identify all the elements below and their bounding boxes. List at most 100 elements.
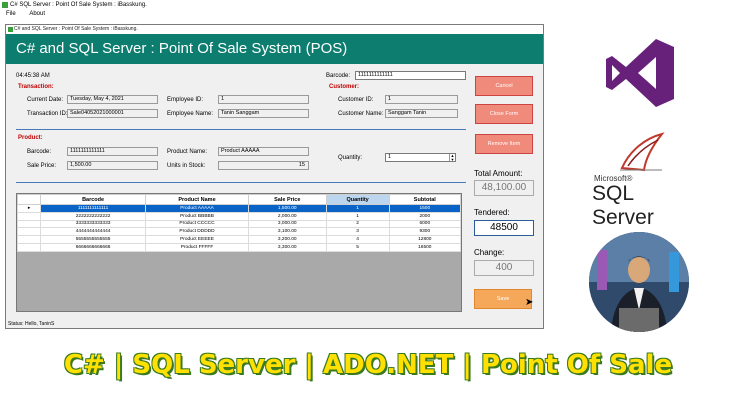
- product-barcode-field: 1111111111111: [67, 147, 158, 156]
- cell-subtotal[interactable]: 12800: [388, 235, 462, 244]
- quantity-stepper[interactable]: 1 ▲ ▼: [385, 153, 456, 162]
- barcode-scan-label: Barcode:: [326, 73, 351, 79]
- row-header[interactable]: [16, 227, 42, 237]
- table-row[interactable]: 4444444444444 Product DDDDD 3,100.00 3 9…: [16, 227, 462, 237]
- cell-product-name[interactable]: Product EEEEE: [145, 235, 249, 244]
- employee-name-label: Employee Name:: [167, 111, 214, 117]
- menu-bar: File About: [0, 10, 736, 19]
- cell-product-name[interactable]: Product CCCCC: [145, 219, 249, 229]
- change-field: 400: [474, 260, 534, 276]
- cell-barcode[interactable]: 4444444444444: [40, 227, 147, 237]
- visual-studio-logo-icon: [606, 39, 674, 107]
- row-selector-icon: ▸: [16, 204, 42, 213]
- headline-banner: C# | SQL Server | ADO.NET | Point Of Sal…: [63, 350, 673, 380]
- menu-file[interactable]: File: [6, 11, 16, 17]
- cell-quantity[interactable]: 3: [325, 227, 390, 237]
- customer-name-label: Customer Name:: [338, 111, 384, 117]
- cell-sale-price[interactable]: 1,500.00: [247, 204, 327, 213]
- cell-quantity[interactable]: 4: [325, 235, 390, 244]
- cell-subtotal[interactable]: 6000: [388, 219, 462, 229]
- quantity-value: 1: [388, 154, 392, 160]
- sql-server-logo: Microsoft® SQL Server: [592, 130, 692, 229]
- cell-barcode[interactable]: 3333333333333: [40, 219, 147, 229]
- cell-subtotal[interactable]: 9300: [388, 227, 462, 237]
- close-form-button[interactable]: Close Form: [475, 104, 533, 124]
- separator-line: [16, 129, 466, 130]
- cell-barcode[interactable]: 2222222222222: [40, 211, 147, 221]
- column-header-subtotal[interactable]: Subtotal: [388, 194, 462, 205]
- menu-about[interactable]: About: [29, 11, 45, 17]
- cell-subtotal[interactable]: 1500: [388, 204, 462, 213]
- table-row[interactable]: 3333333333333 Product CCCCC 3,000.00 2 6…: [16, 219, 462, 229]
- column-header-barcode[interactable]: Barcode: [40, 194, 147, 205]
- cell-quantity[interactable]: 5: [325, 242, 390, 252]
- total-amount-label: Total Amount:: [474, 169, 523, 178]
- cell-subtotal[interactable]: 2000: [388, 211, 462, 221]
- product-name-label: Product Name:: [167, 149, 208, 155]
- customer-id-label: Customer ID:: [338, 97, 374, 103]
- presenter-photo-icon: [589, 232, 689, 332]
- column-header-product-name[interactable]: Product Name: [145, 194, 249, 205]
- banner: C# and SQL Server : Point Of Sale System…: [6, 34, 543, 64]
- cell-subtotal[interactable]: 16500: [388, 242, 462, 252]
- current-date-label: Current Date:: [27, 97, 64, 103]
- cell-product-name[interactable]: Product DDDDD: [145, 227, 249, 237]
- form-title-bar: C# and SQL Server : Point Of Sale System…: [6, 25, 543, 34]
- sql-server-product-text: SQL Server: [592, 182, 654, 229]
- presenter-avatar: [589, 232, 689, 332]
- units-in-stock-field: 15: [218, 161, 309, 170]
- transaction-id-label: Transaction ID:: [27, 111, 68, 117]
- employee-id-label: Employee ID:: [167, 97, 204, 103]
- customer-id-field: 1: [385, 95, 458, 104]
- cell-product-name[interactable]: Product BBBBB: [145, 211, 249, 221]
- column-header-sale-price[interactable]: Sale Price: [247, 194, 327, 205]
- cart-grid[interactable]: Barcode Product Name Sale Price Quantity…: [16, 193, 462, 312]
- pos-form: C# and SQL Server : Point Of Sale System…: [5, 24, 544, 329]
- outer-window-title-text: C# SQL Server : Point Of Sale System : i…: [10, 2, 147, 8]
- table-row[interactable]: 6666666666666 Product FFFFF 3,300.00 5 1…: [16, 242, 462, 252]
- form-title-text: C# and SQL Server : Point Of Sale System…: [14, 26, 138, 32]
- cell-barcode[interactable]: 5555555555555: [40, 235, 147, 244]
- app-icon: [2, 2, 8, 8]
- cell-sale-price[interactable]: 3,100.00: [247, 227, 327, 237]
- separator-line-2: [16, 182, 466, 183]
- remove-item-button[interactable]: Remove Item: [475, 134, 533, 154]
- customer-name-field: Sanggam Tanin: [385, 109, 458, 118]
- table-row[interactable]: 2222222222222 Product BBBBB 2,000.00 1 2…: [16, 211, 462, 221]
- form-icon: [8, 27, 13, 32]
- cell-sale-price[interactable]: 2,000.00: [247, 211, 327, 221]
- cell-quantity[interactable]: 1: [325, 211, 390, 221]
- employee-name-field: Tanin Sanggam: [218, 109, 309, 118]
- row-header[interactable]: [16, 219, 42, 229]
- cell-sale-price[interactable]: 3,000.00: [247, 219, 327, 229]
- cell-barcode[interactable]: 6666666666666: [40, 242, 147, 252]
- status-bar: Status: Hello, TaninS: [6, 320, 543, 328]
- spin-arrows-icon[interactable]: ▲ ▼: [449, 154, 455, 161]
- cell-product-name[interactable]: Product FFFFF: [145, 242, 249, 252]
- customer-group-label: Customer:: [329, 84, 360, 90]
- product-name-field: Product AAAAA: [218, 147, 309, 156]
- units-in-stock-label: Units in Stock:: [167, 163, 206, 169]
- total-amount-field: 48,100.00: [474, 180, 534, 196]
- save-button[interactable]: Save: [474, 289, 532, 309]
- cancel-button[interactable]: Cancel: [475, 76, 533, 96]
- tendered-input[interactable]: 48500: [474, 220, 534, 236]
- column-header-quantity[interactable]: Quantity: [325, 194, 390, 205]
- row-header-corner: [16, 194, 42, 205]
- row-header[interactable]: [16, 242, 42, 252]
- product-barcode-label: Barcode:: [27, 149, 52, 155]
- cell-barcode[interactable]: 1111111111111: [40, 204, 147, 213]
- table-row[interactable]: ▸ 1111111111111 Product AAAAA 1,500.00 1…: [16, 204, 462, 213]
- sale-price-label: Sale Price:: [27, 163, 57, 169]
- table-row[interactable]: 5555555555555 Product EEEEE 3,200.00 4 1…: [16, 235, 462, 244]
- quantity-label: Quantity:: [338, 155, 363, 161]
- barcode-scan-input[interactable]: 1111111111111: [355, 71, 466, 80]
- cell-quantity[interactable]: 1: [325, 204, 390, 213]
- cell-product-name[interactable]: Product AAAAA: [145, 204, 249, 213]
- outer-window-title: C# SQL Server : Point Of Sale System : i…: [0, 0, 736, 10]
- row-header[interactable]: [16, 235, 42, 244]
- cell-quantity[interactable]: 2: [325, 219, 390, 229]
- row-header[interactable]: [16, 211, 42, 221]
- cell-sale-price[interactable]: 3,200.00: [247, 235, 327, 244]
- cell-sale-price[interactable]: 3,300.00: [247, 242, 327, 252]
